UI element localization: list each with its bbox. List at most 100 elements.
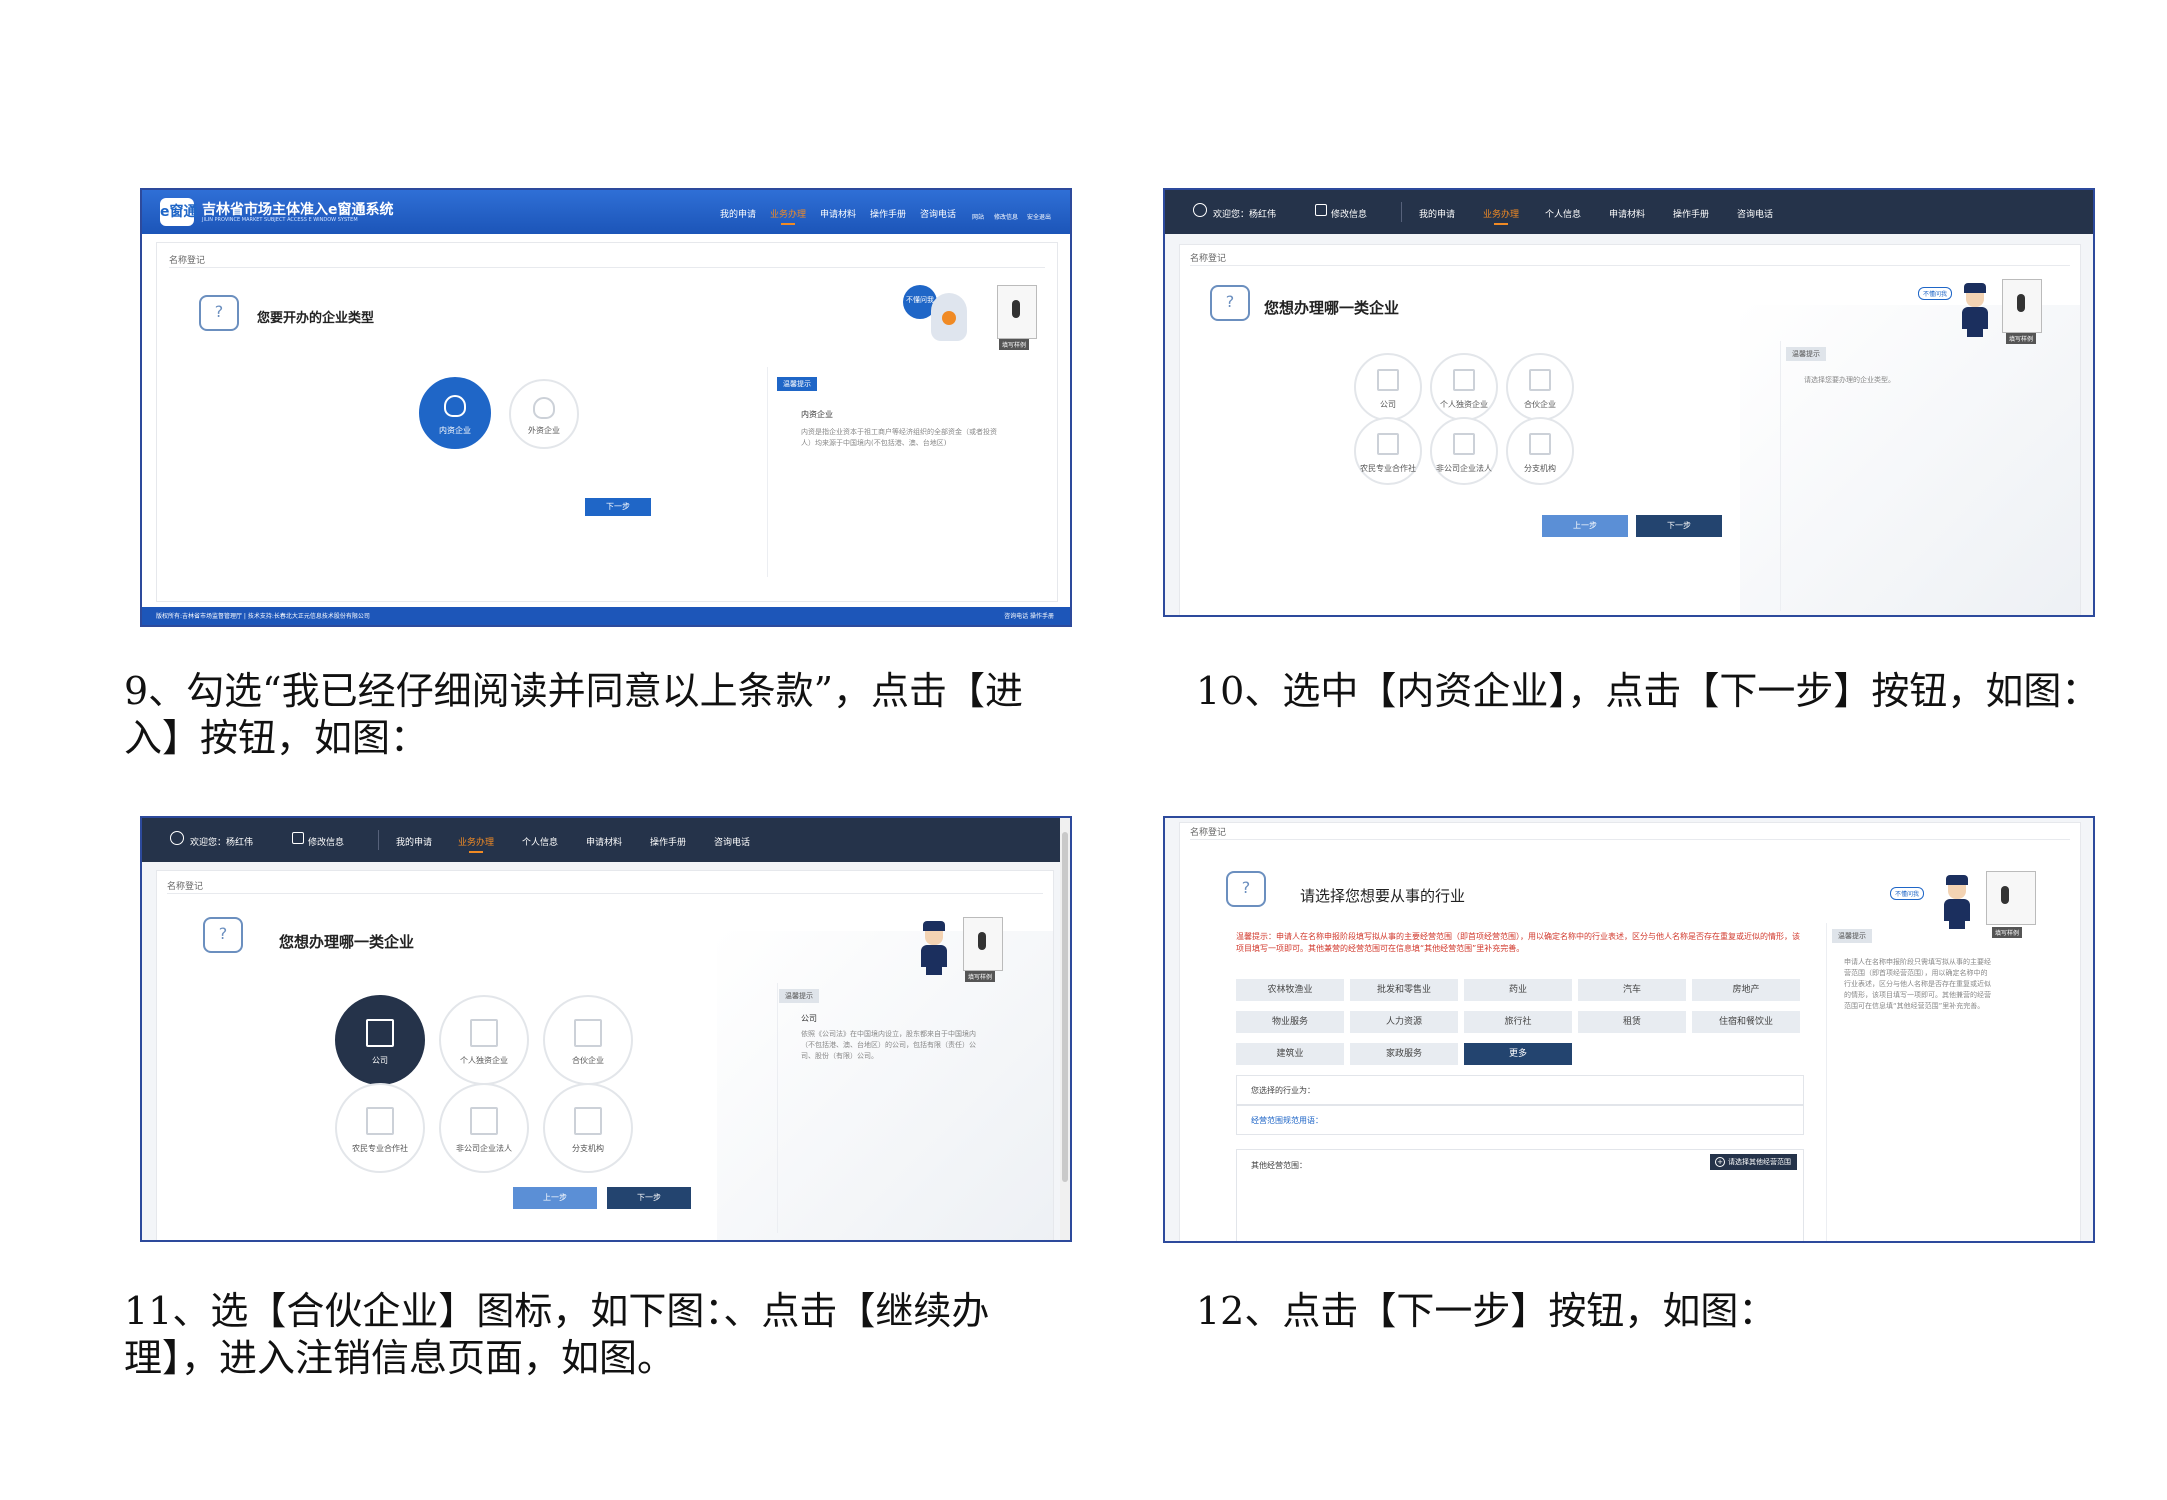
option-label: 分支机构 (1524, 464, 1556, 473)
tip-title: 内资企业 (801, 410, 833, 419)
sample-phone-image[interactable] (997, 285, 1037, 339)
tip-body: 请选择您要办理的企业类型。 (1804, 376, 1895, 384)
prev-button[interactable]: 上一步 (1542, 515, 1628, 537)
sample-phone-image[interactable] (963, 917, 1003, 971)
option-company[interactable]: 公司 (335, 995, 425, 1085)
question-icon: ? (1226, 871, 1266, 907)
nav-personal[interactable]: 个人信息 (1545, 207, 1581, 220)
selected-industry-row: 您选择的行业为： (1236, 1075, 1804, 1105)
nav-materials[interactable]: 申请材料 (1609, 207, 1645, 220)
option-branch[interactable]: 分支机构 (543, 1083, 633, 1173)
building-icon (1377, 369, 1399, 391)
nav-hotline[interactable]: 咨询电话 (714, 835, 750, 848)
industry-property-service[interactable]: 物业服务 (1236, 1011, 1344, 1033)
sample-label[interactable]: 填写样例 (965, 971, 996, 982)
screenshot-company-selected: 欢迎您：杨红伟 修改信息 我的申请 业务办理 个人信息 申请材料 操作手册 咨询… (140, 816, 1072, 1242)
other-scope-box[interactable]: 其他经营范围： + 请选择其他经营范围 (1236, 1149, 1804, 1241)
industry-pharma[interactable]: 药业 (1464, 979, 1572, 1001)
option-company[interactable]: 公司 (1354, 353, 1422, 421)
option-partnership[interactable]: 合伙企业 (543, 995, 633, 1085)
nav-manual[interactable]: 操作手册 (1673, 207, 1709, 220)
option-cooperative[interactable]: 农民专业合作社 (335, 1083, 425, 1173)
next-button[interactable]: 下一步 (1636, 515, 1722, 537)
industry-travel[interactable]: 旅行社 (1464, 1011, 1572, 1033)
industry-wholesale-retail[interactable]: 批发和零售业 (1350, 979, 1458, 1001)
option-branch[interactable]: 分支机构 (1506, 417, 1574, 485)
next-button[interactable]: 下一步 (585, 498, 651, 516)
industry-construction[interactable]: 建筑业 (1236, 1043, 1344, 1065)
money-bag-icon (444, 395, 466, 417)
money-bag-icon (533, 397, 555, 419)
option-label: 公司 (1380, 400, 1396, 409)
edit-info-icon[interactable]: 修改信息 (994, 212, 1018, 221)
building-icon (1529, 433, 1551, 455)
nav-materials[interactable]: 申请材料 (820, 207, 856, 220)
nav-my-applications[interactable]: 我的申请 (1419, 207, 1455, 220)
nav-business[interactable]: 业务办理 (770, 207, 806, 225)
sample-label[interactable]: 填写样例 (2006, 333, 2037, 344)
option-sole-proprietorship[interactable]: 个人独资企业 (1430, 353, 1498, 421)
option-partnership[interactable]: 合伙企业 (1506, 353, 1574, 421)
nav-manual[interactable]: 操作手册 (650, 835, 686, 848)
sample-phone-image[interactable] (2002, 279, 2042, 333)
option-domestic[interactable]: 内资企业 (419, 377, 491, 449)
option-label: 合伙企业 (1524, 400, 1556, 409)
page-heading: 您要开办的企业类型 (257, 311, 375, 326)
industry-hospitality[interactable]: 住宿和餐饮业 (1692, 1011, 1800, 1033)
option-label: 个人独资企业 (460, 1056, 508, 1065)
edit-info-link[interactable]: 修改信息 (1331, 207, 1367, 220)
breadcrumb: 名称登记 (167, 882, 204, 892)
app-logo: e窗通 (160, 198, 198, 226)
scrollbar-thumb[interactable] (1062, 832, 1068, 1182)
option-label: 内资企业 (439, 426, 471, 435)
building-icon (470, 1019, 498, 1047)
industry-domestic-service[interactable]: 家政服务 (1350, 1043, 1458, 1065)
nav-materials[interactable]: 申请材料 (586, 835, 622, 848)
nav-hotline[interactable]: 咨询电话 (1737, 207, 1773, 220)
industry-auto[interactable]: 汽车 (1578, 979, 1686, 1001)
tip-body: 依照《公司法》在中国境内设立，股东都来自于中国境内（不包括港、澳、台地区）的公司… (801, 1030, 976, 1060)
option-label: 外资企业 (528, 426, 560, 435)
tip-tab: 温馨提示 (1832, 929, 1872, 943)
scrollbar[interactable] (1060, 818, 1070, 1240)
option-label: 公司 (372, 1056, 388, 1065)
choose-other-scope-button[interactable]: + 请选择其他经营范围 (1710, 1154, 1797, 1170)
prev-button[interactable]: 上一步 (513, 1187, 597, 1209)
option-label: 个人独资企业 (1440, 400, 1488, 409)
plus-icon: + (1715, 1157, 1725, 1167)
nav-business[interactable]: 业务办理 (458, 835, 494, 853)
nav-manual[interactable]: 操作手册 (870, 207, 906, 220)
nav-hotline[interactable]: 咨询电话 (920, 207, 956, 220)
option-non-company[interactable]: 非公司企业法人 (1430, 417, 1498, 485)
tip-title: 公司 (801, 1014, 817, 1023)
sample-phone-image[interactable] (1986, 871, 2036, 925)
footer: 版权所有:吉林省市场监督管理厅 | 技术支持:长春北大正元信息技术股份有限公司 … (142, 607, 1070, 625)
building-icon (1377, 433, 1399, 455)
industry-hr[interactable]: 人力资源 (1350, 1011, 1458, 1033)
nav-personal[interactable]: 个人信息 (522, 835, 558, 848)
top-bar: 欢迎您：杨红伟 修改信息 我的申请 业务办理 个人信息 申请材料 操作手册 咨询… (142, 818, 1070, 862)
nav-business[interactable]: 业务办理 (1483, 207, 1519, 225)
page-heading: 请选择您想要从事的行业 (1300, 887, 1466, 905)
industry-more[interactable]: 更多 (1464, 1043, 1572, 1065)
nav-my-applications[interactable]: 我的申请 (720, 207, 756, 220)
next-button[interactable]: 下一步 (607, 1187, 691, 1209)
sample-label[interactable]: 填写样例 (1992, 927, 2023, 938)
nav-site-icon[interactable]: 网站 (972, 212, 984, 221)
top-bar: e窗通 吉林省市场主体准入e窗通系统 JILIN PROVINCE MARKET… (142, 190, 1070, 234)
industry-leasing[interactable]: 租赁 (1578, 1011, 1686, 1033)
option-cooperative[interactable]: 农民专业合作社 (1354, 417, 1422, 485)
edit-info-link[interactable]: 修改信息 (308, 835, 344, 848)
logout-icon[interactable]: 安全退出 (1027, 212, 1051, 221)
industry-real-estate[interactable]: 房地产 (1692, 979, 1800, 1001)
option-foreign[interactable]: 外资企业 (509, 379, 579, 449)
industry-agriculture[interactable]: 农林牧渔业 (1236, 979, 1344, 1001)
sample-label[interactable]: 填写样例 (999, 339, 1030, 350)
option-non-company[interactable]: 非公司企业法人 (439, 1083, 529, 1173)
option-label: 分支机构 (572, 1144, 604, 1153)
footer-links[interactable]: 咨询电话 操作手册 (1004, 611, 1054, 620)
nav-my-applications[interactable]: 我的申请 (396, 835, 432, 848)
option-sole-proprietorship[interactable]: 个人独资企业 (439, 995, 529, 1085)
caption-step-10: 10、选中【内资企业】，点击【下一步】按钮，如图： (1196, 669, 2100, 713)
option-label: 合伙企业 (572, 1056, 604, 1065)
